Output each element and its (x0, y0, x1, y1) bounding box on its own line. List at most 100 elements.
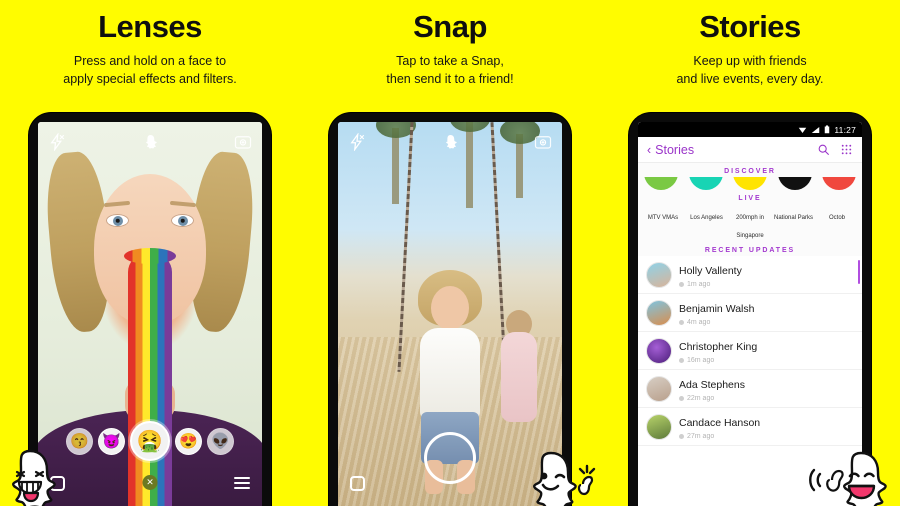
stories-header-bar: ‹ Stories (638, 137, 862, 163)
lens-option-4[interactable]: 👽 (207, 427, 234, 455)
battery-icon (824, 125, 830, 134)
story-author-name: Candace Hanson (679, 417, 761, 429)
signal-bars-icon (811, 126, 820, 134)
phone-screen-stories: 11:27 ‹ Stories DISCOVER LIVE MTV VMAs L… (638, 122, 862, 506)
ghost-sticker-tongue-out (2, 448, 58, 506)
subtitle-line-1: Tap to take a Snap, (396, 54, 504, 69)
camera-view-snap (338, 122, 562, 506)
story-author-name: Benjamin Walsh (679, 303, 755, 315)
panel-stories-subtitle: Keep up with friends and live events, ev… (600, 52, 900, 88)
stories-back-title[interactable]: ‹ Stories (647, 143, 694, 157)
background-person (498, 310, 540, 428)
flash-off-icon[interactable] (348, 133, 366, 151)
lens-carousel[interactable]: 😙 😈 🤮 😍 👽 (38, 420, 262, 462)
subtitle-line-1: Keep up with friends (693, 54, 807, 69)
panel-snap: Snap Tap to take a Snap, then send it to… (300, 0, 600, 506)
story-timestamp: 4m ago (687, 319, 711, 326)
discover-row[interactable] (638, 177, 862, 190)
list-scrollbar[interactable] (858, 260, 860, 284)
phone-mockup-lenses: 😙 😈 🤮 😍 👽 ✕ (29, 113, 271, 506)
story-meta: 1m ago (679, 281, 742, 288)
camera-top-bar (338, 130, 562, 154)
page-title: Lenses (98, 9, 202, 44)
status-dot (679, 434, 684, 439)
live-tile-200mph-singapore[interactable]: 200mph in Singapore (729, 206, 771, 242)
chevron-left-icon[interactable]: ‹ (647, 143, 651, 157)
flash-off-icon[interactable] (48, 133, 66, 151)
live-tile-caption: MTV VMAs (647, 215, 679, 221)
phone-screen-lenses: 😙 😈 🤮 😍 👽 ✕ (38, 122, 262, 506)
list-item[interactable]: Candace Hanson 27m ago (638, 408, 862, 446)
live-tile-caption: Octob (828, 215, 845, 221)
discover-tile-2[interactable] (688, 177, 723, 190)
status-time: 11:27 (834, 124, 856, 135)
snapchat-ghost-icon (143, 134, 158, 151)
lens-option-3[interactable]: 😍 (175, 427, 202, 455)
panel-stories-header: Stories Keep up with friends and live ev… (600, 0, 900, 88)
phone-mockup-stories: 11:27 ‹ Stories DISCOVER LIVE MTV VMAs L… (629, 113, 871, 506)
page-title: Snap (413, 9, 487, 44)
story-author-name: Christopher King (679, 341, 758, 353)
subtitle-line-2: then send it to a friend! (386, 72, 514, 87)
live-tile-caption: National Parks (773, 215, 814, 221)
panel-lenses-header: Lenses Press and hold on a face to apply… (0, 0, 300, 88)
story-meta: 22m ago (679, 395, 745, 402)
lens-option-2-selected[interactable]: 🤮 (130, 421, 170, 461)
subtitle-line-2: apply special effects and filters. (63, 72, 237, 87)
panel-snap-header: Snap Tap to take a Snap, then send it to… (300, 0, 600, 88)
list-item[interactable]: Benjamin Walsh 4m ago (638, 294, 862, 332)
subtitle-line-2: and live events, every day. (676, 72, 824, 87)
story-author-name: Ada Stephens (679, 379, 745, 391)
stories-screen: 11:27 ‹ Stories DISCOVER LIVE MTV VMAs L… (638, 122, 862, 506)
discover-section-label: DISCOVER (638, 163, 862, 177)
avatar (646, 413, 672, 440)
story-meta: 27m ago (679, 433, 760, 440)
live-section-label: LIVE (638, 190, 862, 204)
search-icon[interactable] (817, 143, 830, 156)
story-timestamp: 16m ago (687, 357, 715, 364)
discover-tile-5[interactable] (822, 177, 856, 190)
lens-option-0[interactable]: 😙 (66, 427, 93, 455)
add-friend-camera-icon[interactable] (234, 133, 252, 151)
panel-snap-subtitle: Tap to take a Snap, then send it to a fr… (300, 52, 600, 88)
hamburger-menu-icon[interactable] (234, 477, 250, 489)
wifi-icon (798, 126, 807, 134)
live-tile-los-angeles[interactable]: Los Angeles (686, 206, 728, 242)
list-item[interactable]: Holly Vallenty 1m ago (638, 256, 862, 294)
avatar (646, 375, 672, 402)
add-friend-camera-icon[interactable] (534, 133, 552, 151)
subject-eye-left (106, 214, 129, 227)
ghost-sticker-winking (523, 450, 601, 506)
memories-gallery-icon[interactable] (350, 475, 365, 491)
lens-option-1[interactable]: 😈 (98, 427, 125, 455)
live-tile-mtv-vmas[interactable]: MTV VMAs (642, 206, 684, 242)
phone-screen-snap (338, 122, 562, 506)
live-tile-national-parks[interactable]: National Parks (773, 206, 815, 242)
stories-header-actions (817, 143, 853, 156)
story-timestamp: 22m ago (687, 395, 715, 402)
recent-updates-label: RECENT UPDATES (638, 242, 862, 256)
status-dot (679, 282, 684, 287)
live-tile-oktoberfest[interactable]: Octob (816, 206, 858, 242)
page-title: Stories (699, 9, 801, 44)
story-timestamp: 27m ago (687, 433, 715, 440)
list-item[interactable]: Christopher King 16m ago (638, 332, 862, 370)
live-tile-caption: 200mph in Singapore (735, 215, 765, 239)
list-item[interactable]: Ada Stephens 22m ago (638, 370, 862, 408)
discover-tile-3[interactable] (733, 177, 767, 190)
avatar (646, 261, 672, 288)
snapchat-feature-showcase: Lenses Press and hold on a face to apply… (0, 0, 900, 506)
grid-dots-icon[interactable] (840, 143, 853, 156)
discover-tile-1[interactable] (644, 177, 678, 190)
story-author-name: Holly Vallenty (679, 265, 742, 277)
status-dot (679, 320, 684, 325)
discover-tile-4[interactable] (777, 177, 812, 190)
live-row[interactable]: MTV VMAs Los Angeles 200mph in Singapore (638, 204, 862, 242)
avatar (646, 337, 672, 364)
live-tile-caption: Los Angeles (690, 215, 723, 221)
subject-eye-right (171, 214, 194, 227)
status-dot (679, 396, 684, 401)
stories-header-title: Stories (655, 142, 695, 157)
panel-lenses-subtitle: Press and hold on a face to apply specia… (0, 52, 300, 88)
status-dot (679, 358, 684, 363)
